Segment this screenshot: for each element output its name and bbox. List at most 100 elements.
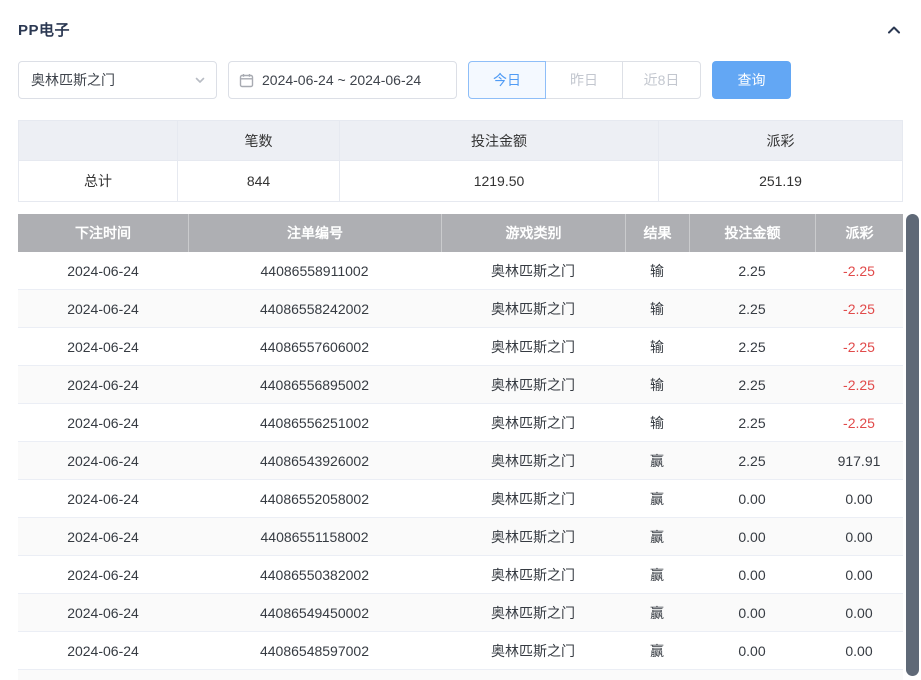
cell-result: 输 (625, 366, 689, 403)
cell-result: 赢 (625, 594, 689, 631)
cell-order-no: 44086558911002 (188, 252, 441, 289)
cell-bet: 0.00 (689, 556, 815, 593)
cell-time: 2024-06-24 (18, 518, 188, 555)
cell-time: 2024-06-24 (18, 290, 188, 327)
table-row: 2024-06-2444086558242002奥林匹斯之门输2.25-2.25 (18, 290, 903, 328)
cell-game: 奥林匹斯之门 (441, 556, 625, 593)
table-row: 2024-06-2444086548597002奥林匹斯之门赢0.000.00 (18, 632, 903, 670)
cell-game: 奥林匹斯之门 (441, 632, 625, 669)
cell-game: 奥林匹斯之门 (441, 442, 625, 479)
cell-bet: 2.25 (689, 252, 815, 289)
cell-game: 奥林匹斯之门 (441, 518, 625, 555)
summary-header-row: 笔数 投注金额 派彩 (19, 121, 902, 161)
header-result: 结果 (625, 214, 689, 252)
table-row: 2024-06-2444086550382002奥林匹斯之门赢0.000.00 (18, 556, 903, 594)
cell-result: 赢 (625, 632, 689, 669)
summary-bet-amount-value: 1219.50 (339, 161, 658, 201)
summary-total-label: 总计 (19, 161, 177, 201)
cell-time: 2024-06-24 (18, 632, 188, 669)
summary-header-count: 笔数 (177, 121, 339, 160)
cell-payout: 0.00 (815, 556, 903, 593)
cell-bet: 2.25 (689, 290, 815, 327)
summary-header-payout: 派彩 (658, 121, 902, 160)
scrollbar-thumb[interactable] (906, 214, 919, 676)
table-row-partial (18, 670, 903, 680)
cell-result: 输 (625, 252, 689, 289)
cell-payout: 0.00 (815, 632, 903, 669)
summary-header-bet-amount: 投注金额 (339, 121, 658, 160)
chevron-down-icon (194, 74, 206, 86)
cell-game: 奥林匹斯之门 (441, 290, 625, 327)
cell-time: 2024-06-24 (18, 252, 188, 289)
cell-game: 奥林匹斯之门 (441, 366, 625, 403)
bet-table-body: 2024-06-2444086558911002奥林匹斯之门输2.25-2.25… (18, 252, 903, 670)
panel-header: PP电子 (0, 0, 921, 39)
table-row: 2024-06-2444086552058002奥林匹斯之门赢0.000.00 (18, 480, 903, 518)
search-button[interactable]: 查询 (712, 61, 791, 99)
table-row: 2024-06-2444086556895002奥林匹斯之门输2.25-2.25 (18, 366, 903, 404)
cell-result: 输 (625, 404, 689, 441)
game-select-value: 奥林匹斯之门 (31, 70, 115, 90)
table-scrollbar[interactable] (904, 212, 921, 680)
cell-bet: 2.25 (689, 442, 815, 479)
table-row: 2024-06-2444086557606002奥林匹斯之门输2.25-2.25 (18, 328, 903, 366)
summary-total-row: 总计 844 1219.50 251.19 (19, 161, 902, 201)
header-game-category: 游戏类别 (441, 214, 625, 252)
cell-result: 输 (625, 290, 689, 327)
cell-bet: 0.00 (689, 480, 815, 517)
cell-payout: -2.25 (815, 328, 903, 365)
filter-bar: 奥林匹斯之门 2024-06-24 ~ 2024-06-24 今日 昨日 (0, 61, 921, 99)
cell-order-no: 44086551158002 (188, 518, 441, 555)
collapse-button[interactable] (883, 19, 905, 41)
page-title: PP电子 (18, 19, 70, 40)
cell-game: 奥林匹斯之门 (441, 404, 625, 441)
cell-time: 2024-06-24 (18, 442, 188, 479)
cell-order-no: 44086550382002 (188, 556, 441, 593)
cell-result: 输 (625, 328, 689, 365)
cell-order-no: 44086558242002 (188, 290, 441, 327)
cell-time: 2024-06-24 (18, 556, 188, 593)
table-row: 2024-06-2444086558911002奥林匹斯之门输2.25-2.25 (18, 252, 903, 290)
calendar-icon (239, 73, 254, 88)
cell-payout: -2.25 (815, 404, 903, 441)
bet-table-header: 下注时间 注单编号 游戏类别 结果 投注金额 派彩 (18, 214, 903, 252)
date-range-value: 2024-06-24 ~ 2024-06-24 (262, 72, 421, 88)
table-row: 2024-06-2444086551158002奥林匹斯之门赢0.000.00 (18, 518, 903, 556)
summary-payout-value: 251.19 (658, 161, 902, 201)
cell-time: 2024-06-24 (18, 480, 188, 517)
table-row: 2024-06-2444086556251002奥林匹斯之门输2.25-2.25 (18, 404, 903, 442)
summary-table: 笔数 投注金额 派彩 总计 844 1219.50 251.19 (18, 120, 903, 202)
date-range-input[interactable]: 2024-06-24 ~ 2024-06-24 (228, 61, 457, 99)
cell-bet: 0.00 (689, 632, 815, 669)
cell-time: 2024-06-24 (18, 594, 188, 631)
summary-count-value: 844 (177, 161, 339, 201)
quick-button-today[interactable]: 今日 (468, 61, 546, 99)
cell-order-no: 44086556251002 (188, 404, 441, 441)
quick-button-last8days[interactable]: 近8日 (622, 61, 701, 99)
quick-button-yesterday[interactable]: 昨日 (545, 61, 623, 99)
cell-bet: 2.25 (689, 404, 815, 441)
report-panel: PP电子 奥林匹斯之门 2 (0, 0, 921, 680)
cell-bet: 2.25 (689, 328, 815, 365)
cell-payout: -2.25 (815, 366, 903, 403)
cell-order-no: 44086557606002 (188, 328, 441, 365)
cell-time: 2024-06-24 (18, 328, 188, 365)
game-select[interactable]: 奥林匹斯之门 (18, 61, 217, 99)
cell-result: 赢 (625, 480, 689, 517)
bet-table: 下注时间 注单编号 游戏类别 结果 投注金额 派彩 2024-06-244408… (18, 214, 903, 680)
cell-time: 2024-06-24 (18, 404, 188, 441)
cell-order-no: 44086552058002 (188, 480, 441, 517)
cell-result: 赢 (625, 556, 689, 593)
quick-range-group: 今日 昨日 近8日 (468, 61, 701, 99)
table-row: 2024-06-2444086549450002奥林匹斯之门赢0.000.00 (18, 594, 903, 632)
cell-result: 赢 (625, 442, 689, 479)
cell-game: 奥林匹斯之门 (441, 252, 625, 289)
chevron-up-icon (886, 22, 902, 38)
cell-payout: 0.00 (815, 518, 903, 555)
cell-order-no: 44086556895002 (188, 366, 441, 403)
cell-bet: 0.00 (689, 594, 815, 631)
header-order-no: 注单编号 (188, 214, 441, 252)
cell-game: 奥林匹斯之门 (441, 594, 625, 631)
header-payout: 派彩 (815, 214, 903, 252)
summary-header-empty (19, 121, 177, 160)
